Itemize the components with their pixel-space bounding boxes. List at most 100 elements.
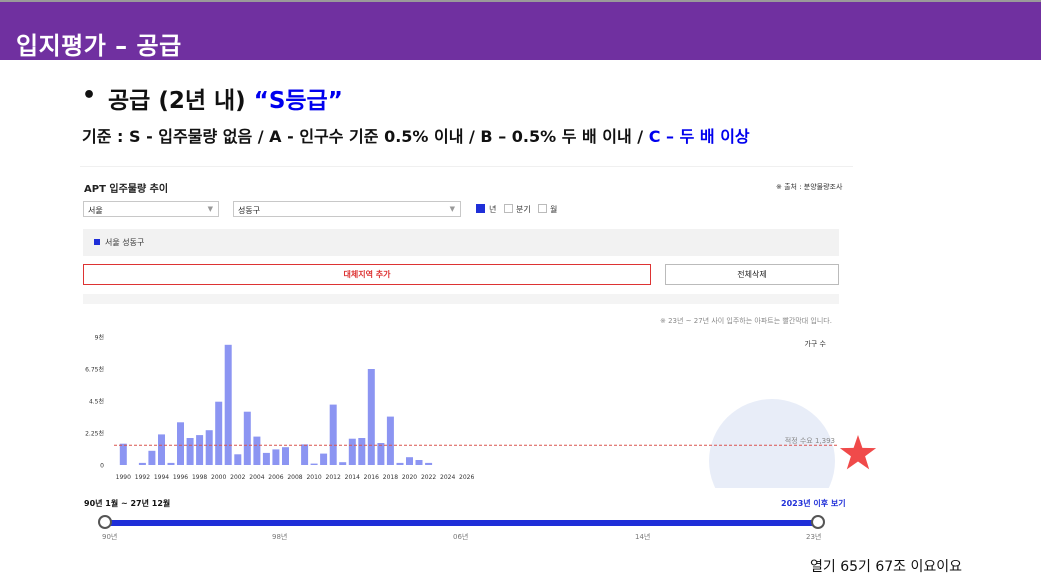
- checkbox-quarter-label: 분기: [516, 205, 531, 214]
- y-unit-label: 가구 수: [804, 339, 826, 348]
- checkbox-month-label: 월: [550, 205, 558, 214]
- slide-title: 입지평가 – 공급: [16, 32, 182, 60]
- bar-2001: [224, 344, 232, 465]
- bar-1994: [158, 434, 165, 465]
- x-tick-label: 2020: [402, 474, 417, 481]
- bar-2014: [348, 438, 356, 465]
- x-tick-label: 2012: [326, 474, 341, 481]
- panel-title: APT 입주물량 추이: [84, 184, 169, 195]
- slide-header: 입지평가 – 공급: [0, 2, 1041, 60]
- bar-2019: [396, 462, 404, 465]
- x-tick-label: 2018: [383, 474, 398, 481]
- bar-2015: [358, 438, 366, 465]
- chart-note: ※ 23년 ~ 27년 사이 입주하는 아파트는 빨간막대 입니다.: [660, 317, 832, 325]
- bar-1996: [177, 422, 184, 465]
- bar-2018: [386, 416, 394, 465]
- bar-1995: [167, 462, 175, 465]
- bullet-marker: •: [82, 83, 97, 108]
- headline-text: 공급 (2년 내): [108, 88, 254, 114]
- slider-tick: 98년: [272, 533, 288, 541]
- legend-label: 서울 성동구: [105, 238, 145, 247]
- bar-2017: [377, 443, 385, 465]
- x-tick-label: 2002: [230, 474, 245, 481]
- district-select-value: 성동구: [238, 206, 261, 215]
- bar-2004: [253, 436, 261, 465]
- x-tick-label: 1998: [192, 474, 207, 481]
- bar-2009: [301, 444, 309, 465]
- bar-2013: [339, 462, 347, 465]
- region-select[interactable]: 서울 ▼: [83, 201, 219, 217]
- x-tick-label: 1996: [173, 474, 188, 481]
- y-tick-label: 0: [100, 463, 104, 470]
- bar-1999: [205, 430, 213, 465]
- bar-2016: [367, 369, 375, 465]
- bars-group: [119, 344, 433, 465]
- legend-swatch: [94, 239, 100, 245]
- bar-2007: [282, 447, 289, 465]
- y-tick-label: 2.25천: [85, 430, 104, 438]
- checkbox-year-label: 년: [489, 205, 497, 214]
- grade-criteria: 기준 : S - 입주물량 없음 / A - 인구수 기준 0.5% 이내 / …: [82, 123, 750, 147]
- bar-2020: [406, 457, 413, 465]
- x-tick-label: 1992: [135, 474, 150, 481]
- slider-end-handle[interactable]: [811, 515, 825, 529]
- bar-1992: [138, 462, 146, 465]
- checkbox-year[interactable]: [476, 204, 485, 213]
- bar-2022: [425, 462, 433, 465]
- range-slider-track[interactable]: [105, 520, 818, 526]
- y-tick-label: 6.75천: [85, 366, 104, 374]
- slider-tick: 14년: [635, 533, 651, 541]
- add-region-button[interactable]: 대체지역 추가: [83, 264, 651, 285]
- criteria-c-text: C – 두 배 이상: [648, 127, 750, 146]
- bar-2003: [243, 411, 251, 465]
- x-tick-label: 2026: [459, 474, 474, 481]
- bar-2011: [320, 453, 328, 465]
- checkbox-quarter[interactable]: [504, 204, 513, 213]
- y-tick-label: 4.5천: [89, 398, 104, 406]
- star-icon: [839, 435, 877, 470]
- bar-1993: [148, 450, 156, 465]
- delete-all-button[interactable]: 전체삭제: [665, 264, 839, 285]
- panel-source: ※ 출처 : 분양물량조사: [776, 183, 843, 191]
- bar-2002: [234, 454, 242, 465]
- bar-1990: [119, 443, 127, 465]
- x-tick-label: 2024: [440, 474, 455, 481]
- x-tick-label: 2004: [249, 474, 264, 481]
- criteria-text: 기준 : S - 입주물량 없음 / A - 인구수 기준 0.5% 이내 / …: [82, 127, 649, 146]
- checkbox-month[interactable]: [538, 204, 547, 213]
- after-2023-link[interactable]: 2023년 이후 보기: [781, 498, 846, 509]
- slider-start-handle[interactable]: [98, 515, 112, 529]
- bar-2012: [329, 404, 337, 465]
- x-tick-label: 2000: [211, 474, 226, 481]
- bar-1997: [186, 438, 194, 465]
- grade-text: “S등급”: [253, 88, 343, 114]
- x-tick-label: 2022: [421, 474, 436, 481]
- x-tick-label: 2014: [345, 474, 360, 481]
- bar-2010: [310, 463, 318, 465]
- x-tick-label: 1990: [116, 474, 131, 481]
- divider-band: [83, 294, 839, 304]
- district-select[interactable]: 성동구 ▼: [233, 201, 461, 217]
- x-tick-label: 2008: [287, 474, 302, 481]
- slider-tick: 23년: [806, 533, 822, 541]
- bar-2005: [262, 452, 270, 465]
- chevron-down-icon: ▼: [449, 205, 455, 213]
- chevron-down-icon: ▼: [207, 205, 213, 213]
- footer-text: 열기 65기 67조 이요이요: [810, 559, 963, 575]
- screenshot-top-border: [80, 166, 853, 167]
- demand-reference-label: 적정 수요 1,393: [785, 436, 835, 445]
- series-legend-box: [83, 229, 839, 256]
- x-tick-label: 1994: [154, 474, 169, 481]
- y-tick-label: 9천: [95, 334, 104, 342]
- y-axis-ticks: 0 2.25천 4.5천 6.75천 9천: [85, 334, 104, 470]
- x-tick-label: 2016: [364, 474, 379, 481]
- supply-bar-chart: 적정 수요 1,393 가구 수 0 2.25천 4.5천 6.75천 9천 1990 1…: [85, 334, 877, 488]
- bar-1998: [196, 435, 204, 465]
- slider-tick: 06년: [453, 533, 469, 541]
- headline: 공급 (2년 내) “S등급”: [108, 81, 343, 115]
- x-tick-label: 2010: [306, 474, 321, 481]
- x-tick-label: 2006: [268, 474, 283, 481]
- bar-2021: [415, 460, 423, 465]
- region-select-value: 서울: [88, 206, 103, 215]
- slider-tick: 90년: [102, 533, 118, 541]
